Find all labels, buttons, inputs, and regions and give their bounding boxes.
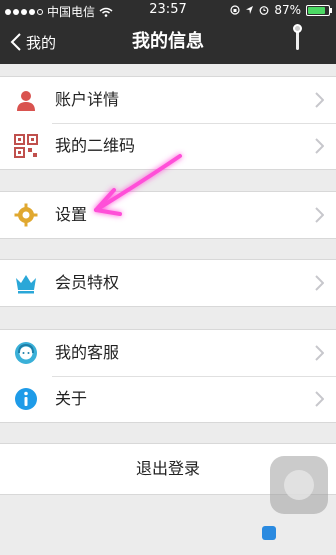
battery-percent: 87%	[274, 3, 301, 17]
account-details-row[interactable]: 账户详情	[0, 77, 336, 123]
qr-code-icon	[14, 134, 38, 158]
membership-privileges-label: 会员特权	[55, 273, 120, 292]
support-group: 我的客服 关于	[0, 329, 336, 423]
chevron-right-icon	[315, 207, 324, 223]
status-right: 87%	[230, 3, 332, 17]
chevron-right-icon	[315, 138, 324, 154]
membership-privileges-row[interactable]: 会员特权	[0, 260, 336, 306]
settings-label: 设置	[55, 205, 88, 224]
battery-icon	[306, 4, 332, 16]
gear-icon	[14, 203, 38, 227]
about-row[interactable]: 关于	[0, 376, 336, 422]
customer-service-row[interactable]: 我的客服	[0, 330, 336, 376]
chevron-right-icon	[315, 345, 324, 361]
chevron-right-icon	[315, 391, 324, 407]
account-group: 账户详情 我的二维码	[0, 76, 336, 170]
settings-group: 设置	[0, 191, 336, 239]
customer-service-icon	[15, 342, 37, 364]
chevron-right-icon	[315, 275, 324, 291]
customer-service-label: 我的客服	[55, 343, 120, 362]
about-label: 关于	[55, 389, 88, 408]
crown-icon	[16, 275, 36, 294]
status-bar: 中国电信 23:57 87%	[0, 0, 336, 20]
alarm-icon	[259, 6, 269, 15]
assistive-slider-icon[interactable]	[284, 20, 314, 64]
battery-fill	[308, 6, 325, 14]
account-details-label: 账户详情	[55, 90, 120, 109]
chevron-right-icon	[315, 92, 324, 108]
membership-group: 会员特权	[0, 259, 336, 307]
qr-code-label: 我的二维码	[55, 136, 136, 155]
info-icon	[15, 388, 37, 410]
settings-row[interactable]: 设置	[0, 192, 336, 238]
watermark-logo	[262, 522, 332, 544]
assistive-touch-button[interactable]	[270, 456, 328, 514]
location-icon	[246, 6, 254, 14]
person-icon	[17, 91, 35, 111]
lock-rotation-icon	[230, 5, 240, 15]
qr-code-row[interactable]: 我的二维码	[0, 123, 336, 169]
navigation-bar: 我的 我的信息	[0, 20, 336, 64]
